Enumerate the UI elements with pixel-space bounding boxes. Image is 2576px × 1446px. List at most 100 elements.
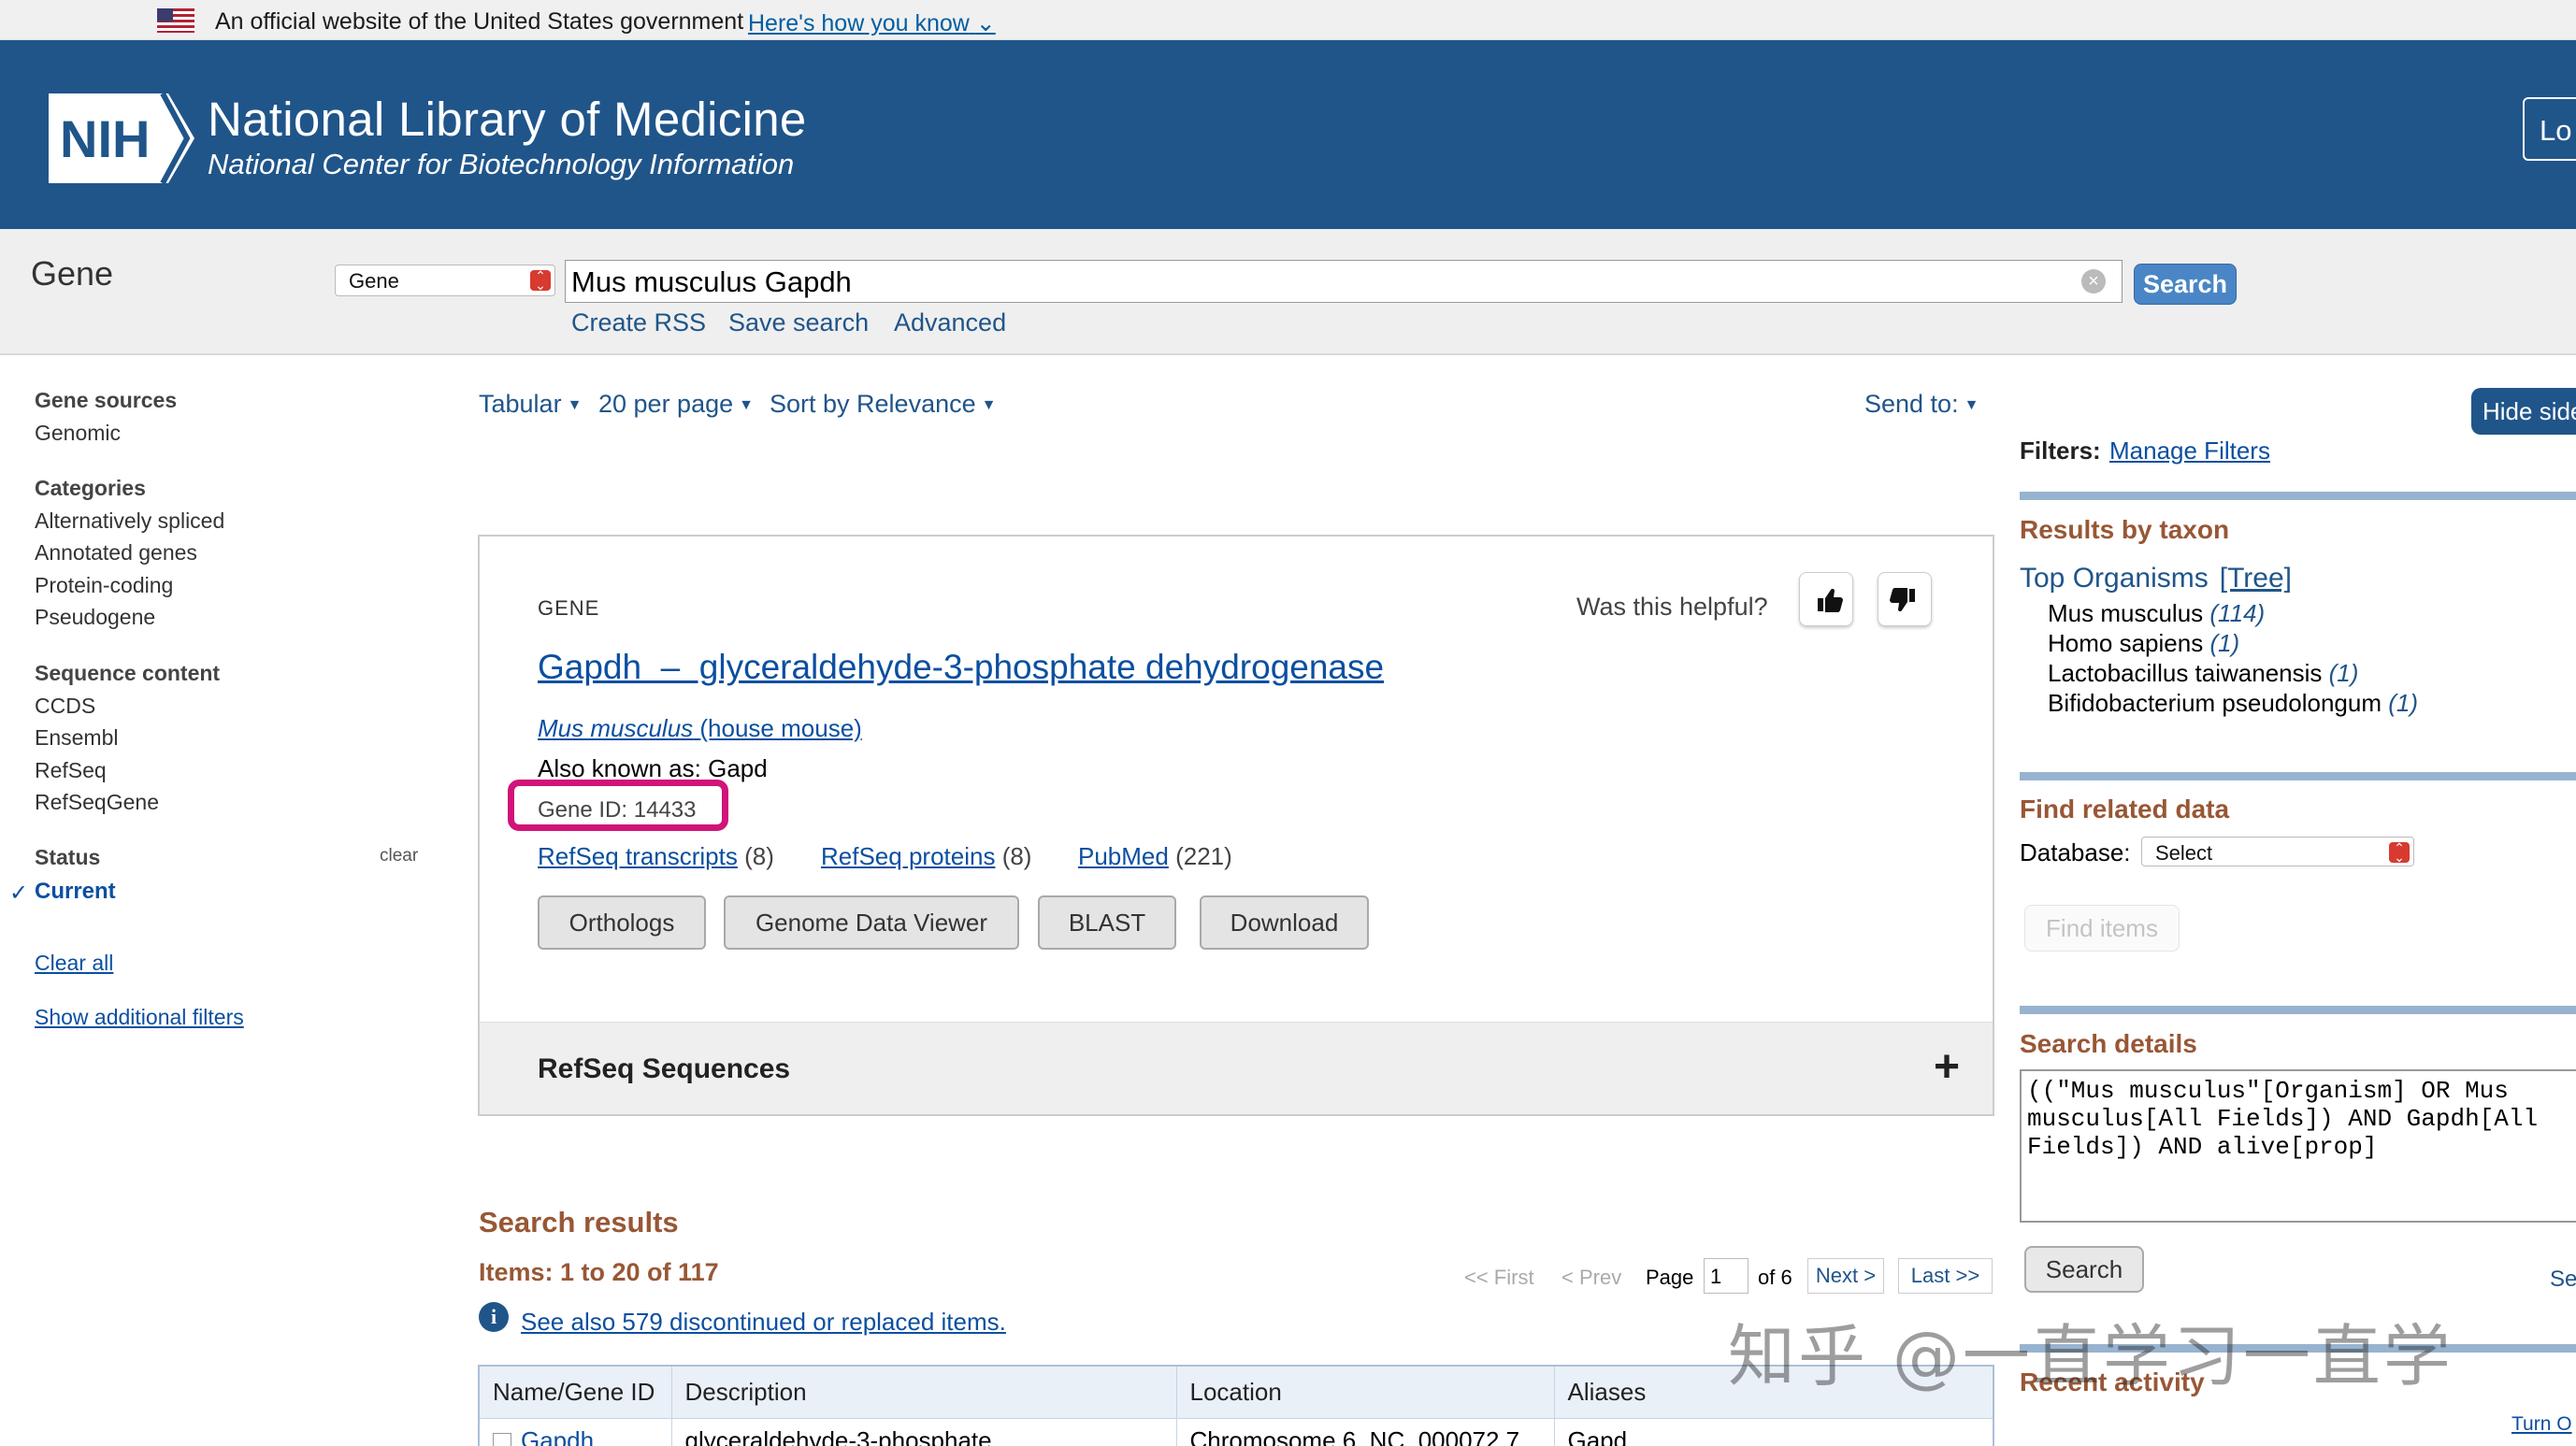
column-header[interactable]: Description <box>670 1365 1177 1419</box>
tree-link[interactable]: [Tree] <box>2220 563 2292 594</box>
refseq-proteins-link-row[interactable]: RefSeq proteins (8) <box>821 842 1031 871</box>
pager-page-label: Page <box>1646 1266 1694 1289</box>
clear-input-icon[interactable]: × <box>2081 269 2106 293</box>
top-organisms-label: Top Organisms <box>2020 563 2209 594</box>
filter-protein-coding[interactable]: Protein-coding <box>35 573 173 598</box>
helpful-prompt: Was this helpful? <box>1576 593 1768 621</box>
genome-data-viewer-button[interactable]: Genome Data Viewer <box>724 895 1019 950</box>
thumbs-down-button[interactable] <box>1878 572 1932 626</box>
related-database-value: Select <box>2155 841 2213 865</box>
database-select[interactable]: Gene ⌃ ⌄ <box>335 265 555 296</box>
manage-filters-link[interactable]: Manage Filters <box>2109 437 2270 465</box>
caret-down-icon: ▼ <box>567 396 583 413</box>
column-header[interactable]: Location <box>1175 1365 1555 1419</box>
show-additional-filters-link[interactable]: Show additional filters <box>35 1005 244 1030</box>
search-details-button[interactable]: Search <box>2024 1246 2144 1293</box>
search-details-textarea[interactable]: (("Mus musculus"[Organism] OR Mus muscul… <box>2020 1069 2576 1223</box>
hide-sidebar-button[interactable]: Hide side <box>2471 388 2576 435</box>
organism-link[interactable]: Mus musculus (house mouse) <box>538 714 862 743</box>
sort-dropdown[interactable]: Sort by Relevance ▼ <box>770 390 996 419</box>
organism-item[interactable]: Bifidobacterium pseudolongum (1) <box>2048 689 2418 718</box>
description-cell: glyceraldehyde-3-phosphate <box>670 1418 1177 1446</box>
filter-alternatively-spliced[interactable]: Alternatively spliced <box>35 508 224 534</box>
save-search-link[interactable]: Save search <box>728 308 869 337</box>
pager-next[interactable]: Next > <box>1807 1258 1884 1294</box>
page-number-input[interactable]: 1 <box>1704 1258 1749 1294</box>
clear-all-link[interactable]: Clear all <box>35 951 113 976</box>
search-input[interactable]: Mus musculus Gapdh <box>565 260 2123 303</box>
thumbs-up-button[interactable] <box>1799 572 1853 626</box>
refseq-sequences-heading[interactable]: RefSeq Sequences <box>538 1053 790 1085</box>
filter-genomic[interactable]: Genomic <box>35 421 121 446</box>
pager-first: << First <box>1464 1266 1534 1289</box>
login-button[interactable]: Lo <box>2523 97 2576 161</box>
results-count: Items: 1 to 20 of 117 <box>479 1258 719 1286</box>
organism-latin: Mus musculus <box>538 714 694 742</box>
see-also-discontinued-link[interactable]: See also 579 discontinued or replaced it… <box>521 1308 1006 1337</box>
gene-name-link[interactable]: Gapdh <box>521 1426 594 1446</box>
filter-annotated-genes[interactable]: Annotated genes <box>35 540 197 566</box>
refseq-proteins-link[interactable]: RefSeq proteins <box>821 842 995 870</box>
pubmed-link-row[interactable]: PubMed (221) <box>1078 842 1232 871</box>
organism-item[interactable]: Lactobacillus taiwanensis (1) <box>2048 659 2358 688</box>
expand-plus-icon[interactable]: + <box>1934 1041 1960 1093</box>
related-database-select[interactable]: Select ⌃ ⌄ <box>2141 837 2414 866</box>
organism-item[interactable]: Homo sapiens (1) <box>2048 629 2239 658</box>
caret-down-icon: ▼ <box>981 396 997 413</box>
download-button[interactable]: Download <box>1200 895 1369 950</box>
search-button[interactable]: Search <box>2134 264 2237 305</box>
select-arrows-icon: ⌃ ⌄ <box>530 269 551 292</box>
top-organisms: Top Organisms [Tree] <box>2020 563 2292 594</box>
format-dropdown[interactable]: Tabular ▼ <box>479 390 582 419</box>
row-checkbox[interactable] <box>493 1433 511 1446</box>
pager-last[interactable]: Last >> <box>1898 1258 1993 1294</box>
per-page-dropdown[interactable]: 20 per page ▼ <box>598 390 754 419</box>
gov-banner-text: An official website of the United States… <box>215 8 744 35</box>
pager-prev: < Prev <box>1561 1266 1622 1289</box>
thumbs-down-icon <box>1890 588 1915 612</box>
create-rss-link[interactable]: Create RSS <box>571 308 706 337</box>
gene-title-link[interactable]: Gapdh – glyceraldehyde-3-phosphate dehyd… <box>538 648 1384 687</box>
results-by-taxon-heading: Results by taxon <box>2020 515 2230 544</box>
refseq-transcripts-link[interactable]: RefSeq transcripts <box>538 842 738 870</box>
turn-off-link[interactable]: Turn O <box>2511 1413 2572 1436</box>
chevron-down-icon: ⌄ <box>975 10 996 36</box>
filter-refseq[interactable]: RefSeq <box>35 758 107 783</box>
filter-heading-categories: Categories <box>35 476 146 500</box>
section-divider <box>2020 1006 2576 1014</box>
orthologs-button[interactable]: Orthologs <box>538 895 706 950</box>
aliases-cell: Gapd <box>1553 1418 1994 1446</box>
advanced-link[interactable]: Advanced <box>894 308 1006 337</box>
section-divider <box>2020 772 2576 780</box>
send-to-dropdown[interactable]: Send to: ▼ <box>1864 390 1979 419</box>
how-you-know-link[interactable]: Here's how you know ⌄ <box>748 9 996 37</box>
organism-common: (house mouse) <box>699 714 862 742</box>
see-more-link[interactable]: Se <box>2550 1267 2576 1293</box>
table-row: Gapdh glyceraldehyde-3-phosphate Chromos… <box>478 1418 1994 1446</box>
filter-refseqgene[interactable]: RefSeqGene <box>35 790 159 815</box>
nih-logo[interactable]: NIH <box>47 92 196 185</box>
find-items-button[interactable]: Find items <box>2024 905 2180 952</box>
pubmed-count: (221) <box>1175 842 1232 870</box>
filter-ccds[interactable]: CCDS <box>35 694 95 719</box>
find-related-data-heading: Find related data <box>2020 795 2230 823</box>
refseq-transcripts-count: (8) <box>744 842 774 870</box>
location-cell: Chromosome 6, NC_000072.7 <box>1175 1418 1555 1446</box>
filter-pseudogene[interactable]: Pseudogene <box>35 605 155 630</box>
organism-item[interactable]: Mus musculus (114) <box>2048 599 2265 628</box>
filter-ensembl[interactable]: Ensembl <box>35 725 118 751</box>
column-header[interactable]: Name/Gene ID <box>478 1365 672 1419</box>
us-flag-icon <box>157 8 194 33</box>
nlm-title[interactable]: National Library of Medicine <box>208 92 807 147</box>
checkmark-icon: ✓ <box>9 880 29 906</box>
filter-current[interactable]: Current <box>35 879 116 905</box>
gene-id-highlight <box>508 780 728 831</box>
status-clear-link[interactable]: clear <box>380 846 418 866</box>
blast-button[interactable]: BLAST <box>1038 895 1176 950</box>
filter-heading-sequence-content: Sequence content <box>35 661 221 685</box>
database-select-value: Gene <box>349 269 399 293</box>
pubmed-link[interactable]: PubMed <box>1078 842 1169 870</box>
refseq-transcripts-link-row[interactable]: RefSeq transcripts (8) <box>538 842 774 871</box>
database-label: Database: <box>2020 838 2131 866</box>
refseq-proteins-count: (8) <box>1001 842 1032 870</box>
